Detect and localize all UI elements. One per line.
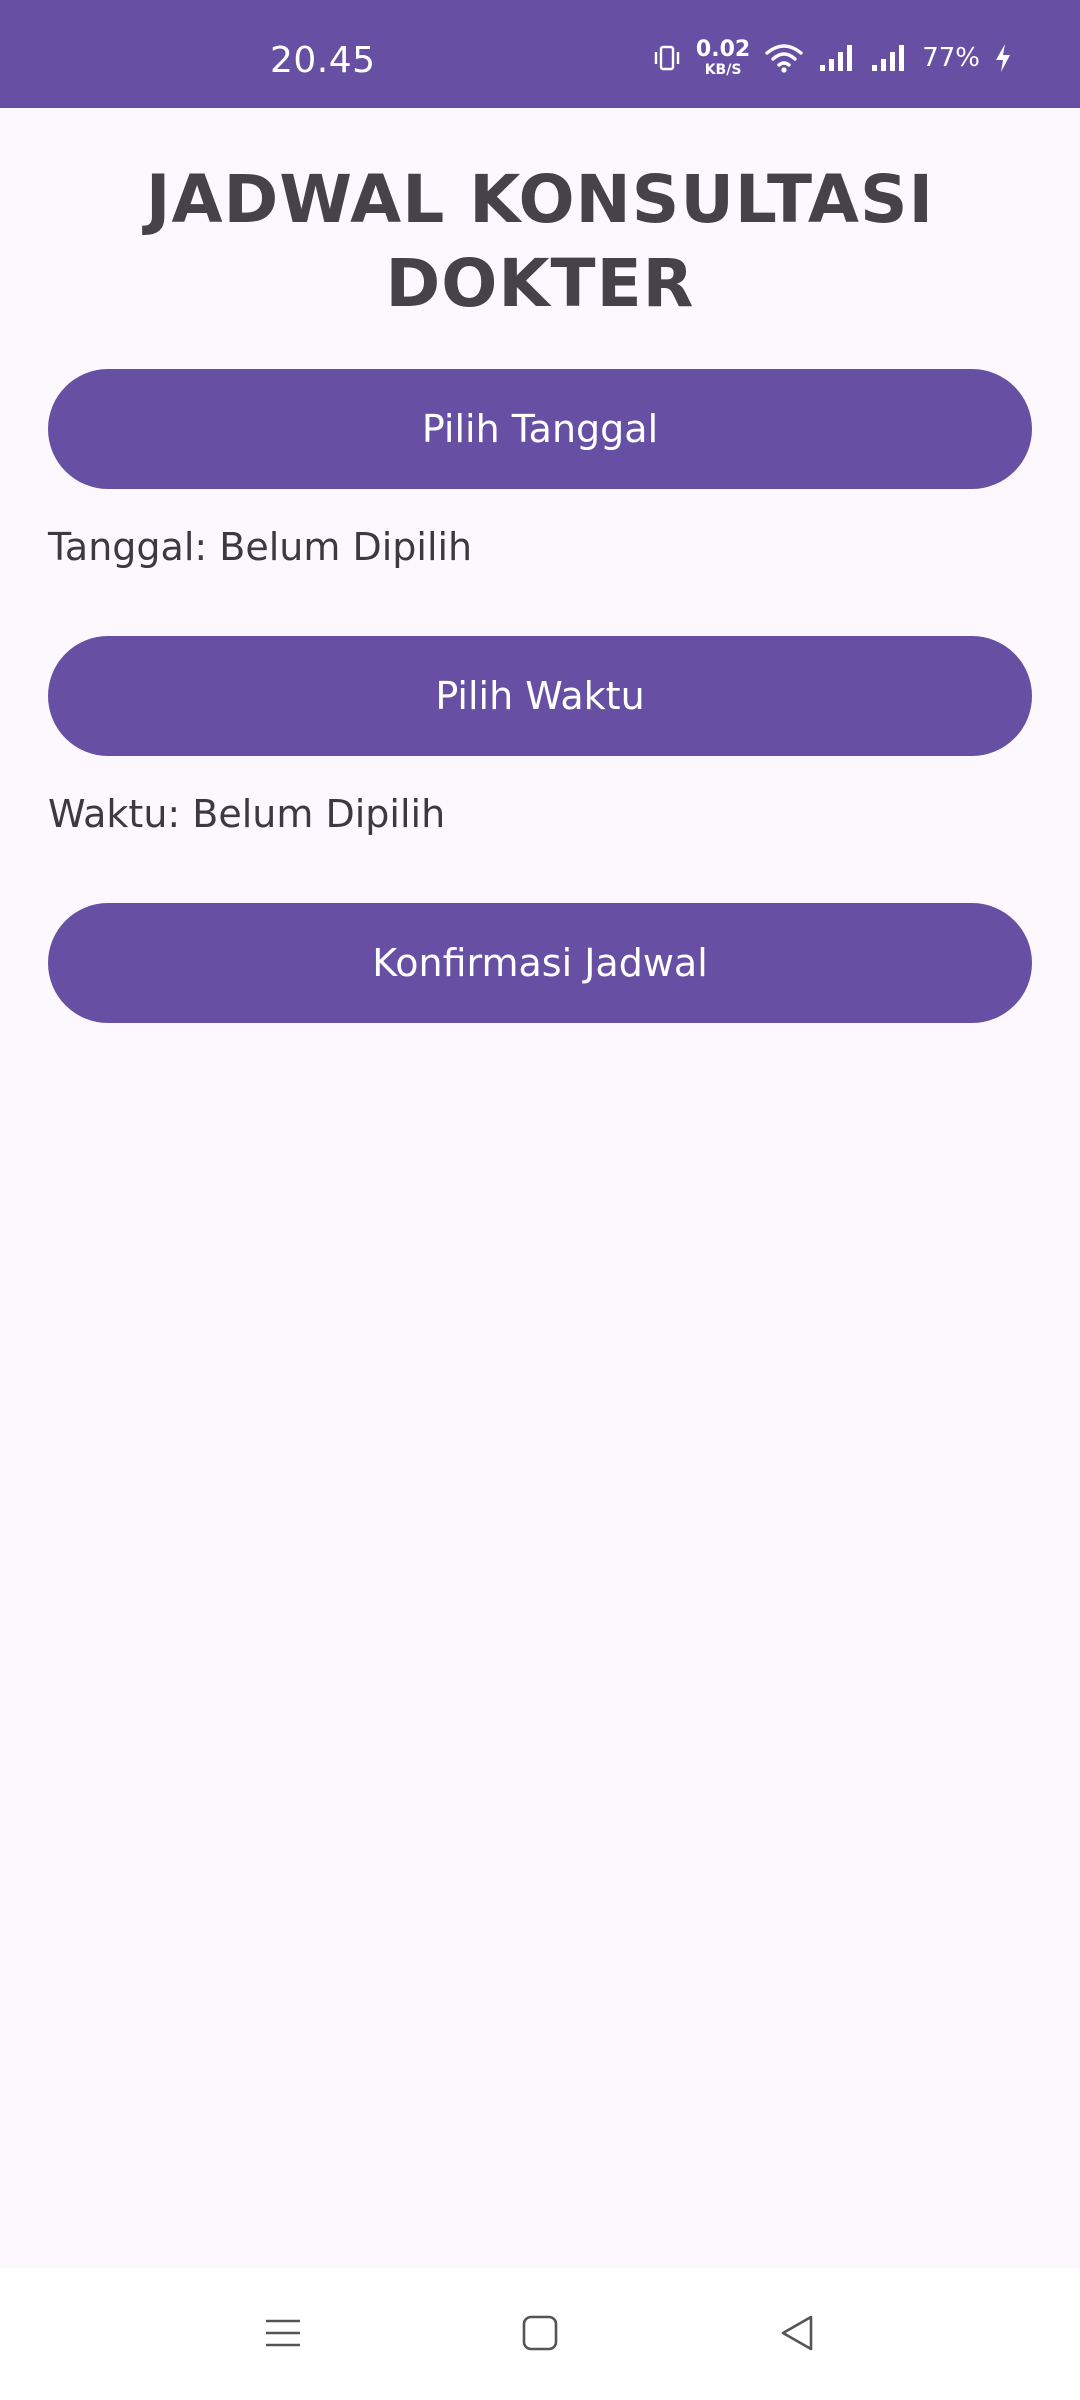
network-speed: 0.02 KB/S xyxy=(695,37,751,78)
menu-icon[interactable] xyxy=(248,2298,318,2368)
status-bar: 20.45 0.02 KB/S 77% xyxy=(0,0,1080,108)
status-time: 20.45 xyxy=(270,40,376,81)
page-title: JADWAL KONSULTASI DOKTER xyxy=(145,161,935,322)
signal-icon xyxy=(818,43,856,73)
pick-date-button[interactable]: Pilih Tanggal xyxy=(48,369,1032,489)
battery-percentage: 77% xyxy=(922,43,980,73)
selected-date-text: Tanggal: Belum Dipilih xyxy=(48,525,473,569)
charging-icon xyxy=(994,43,1012,73)
home-icon[interactable] xyxy=(505,2298,575,2368)
network-speed-unit: KB/S xyxy=(704,62,742,78)
status-icons: 0.02 KB/S 77% xyxy=(652,34,1012,82)
vibrate-icon xyxy=(652,43,682,73)
back-icon[interactable] xyxy=(762,2298,832,2368)
pick-time-button[interactable]: Pilih Waktu xyxy=(48,636,1032,756)
wifi-icon xyxy=(764,42,804,74)
network-speed-value: 0.02 xyxy=(695,37,751,62)
main-content: JADWAL KONSULTASI DOKTER xyxy=(0,108,1080,326)
signal-icon xyxy=(870,43,908,73)
navigation-bar xyxy=(0,2268,1080,2400)
confirm-schedule-button[interactable]: Konfirmasi Jadwal xyxy=(48,903,1032,1023)
selected-time-text: Waktu: Belum Dipilih xyxy=(48,792,446,836)
